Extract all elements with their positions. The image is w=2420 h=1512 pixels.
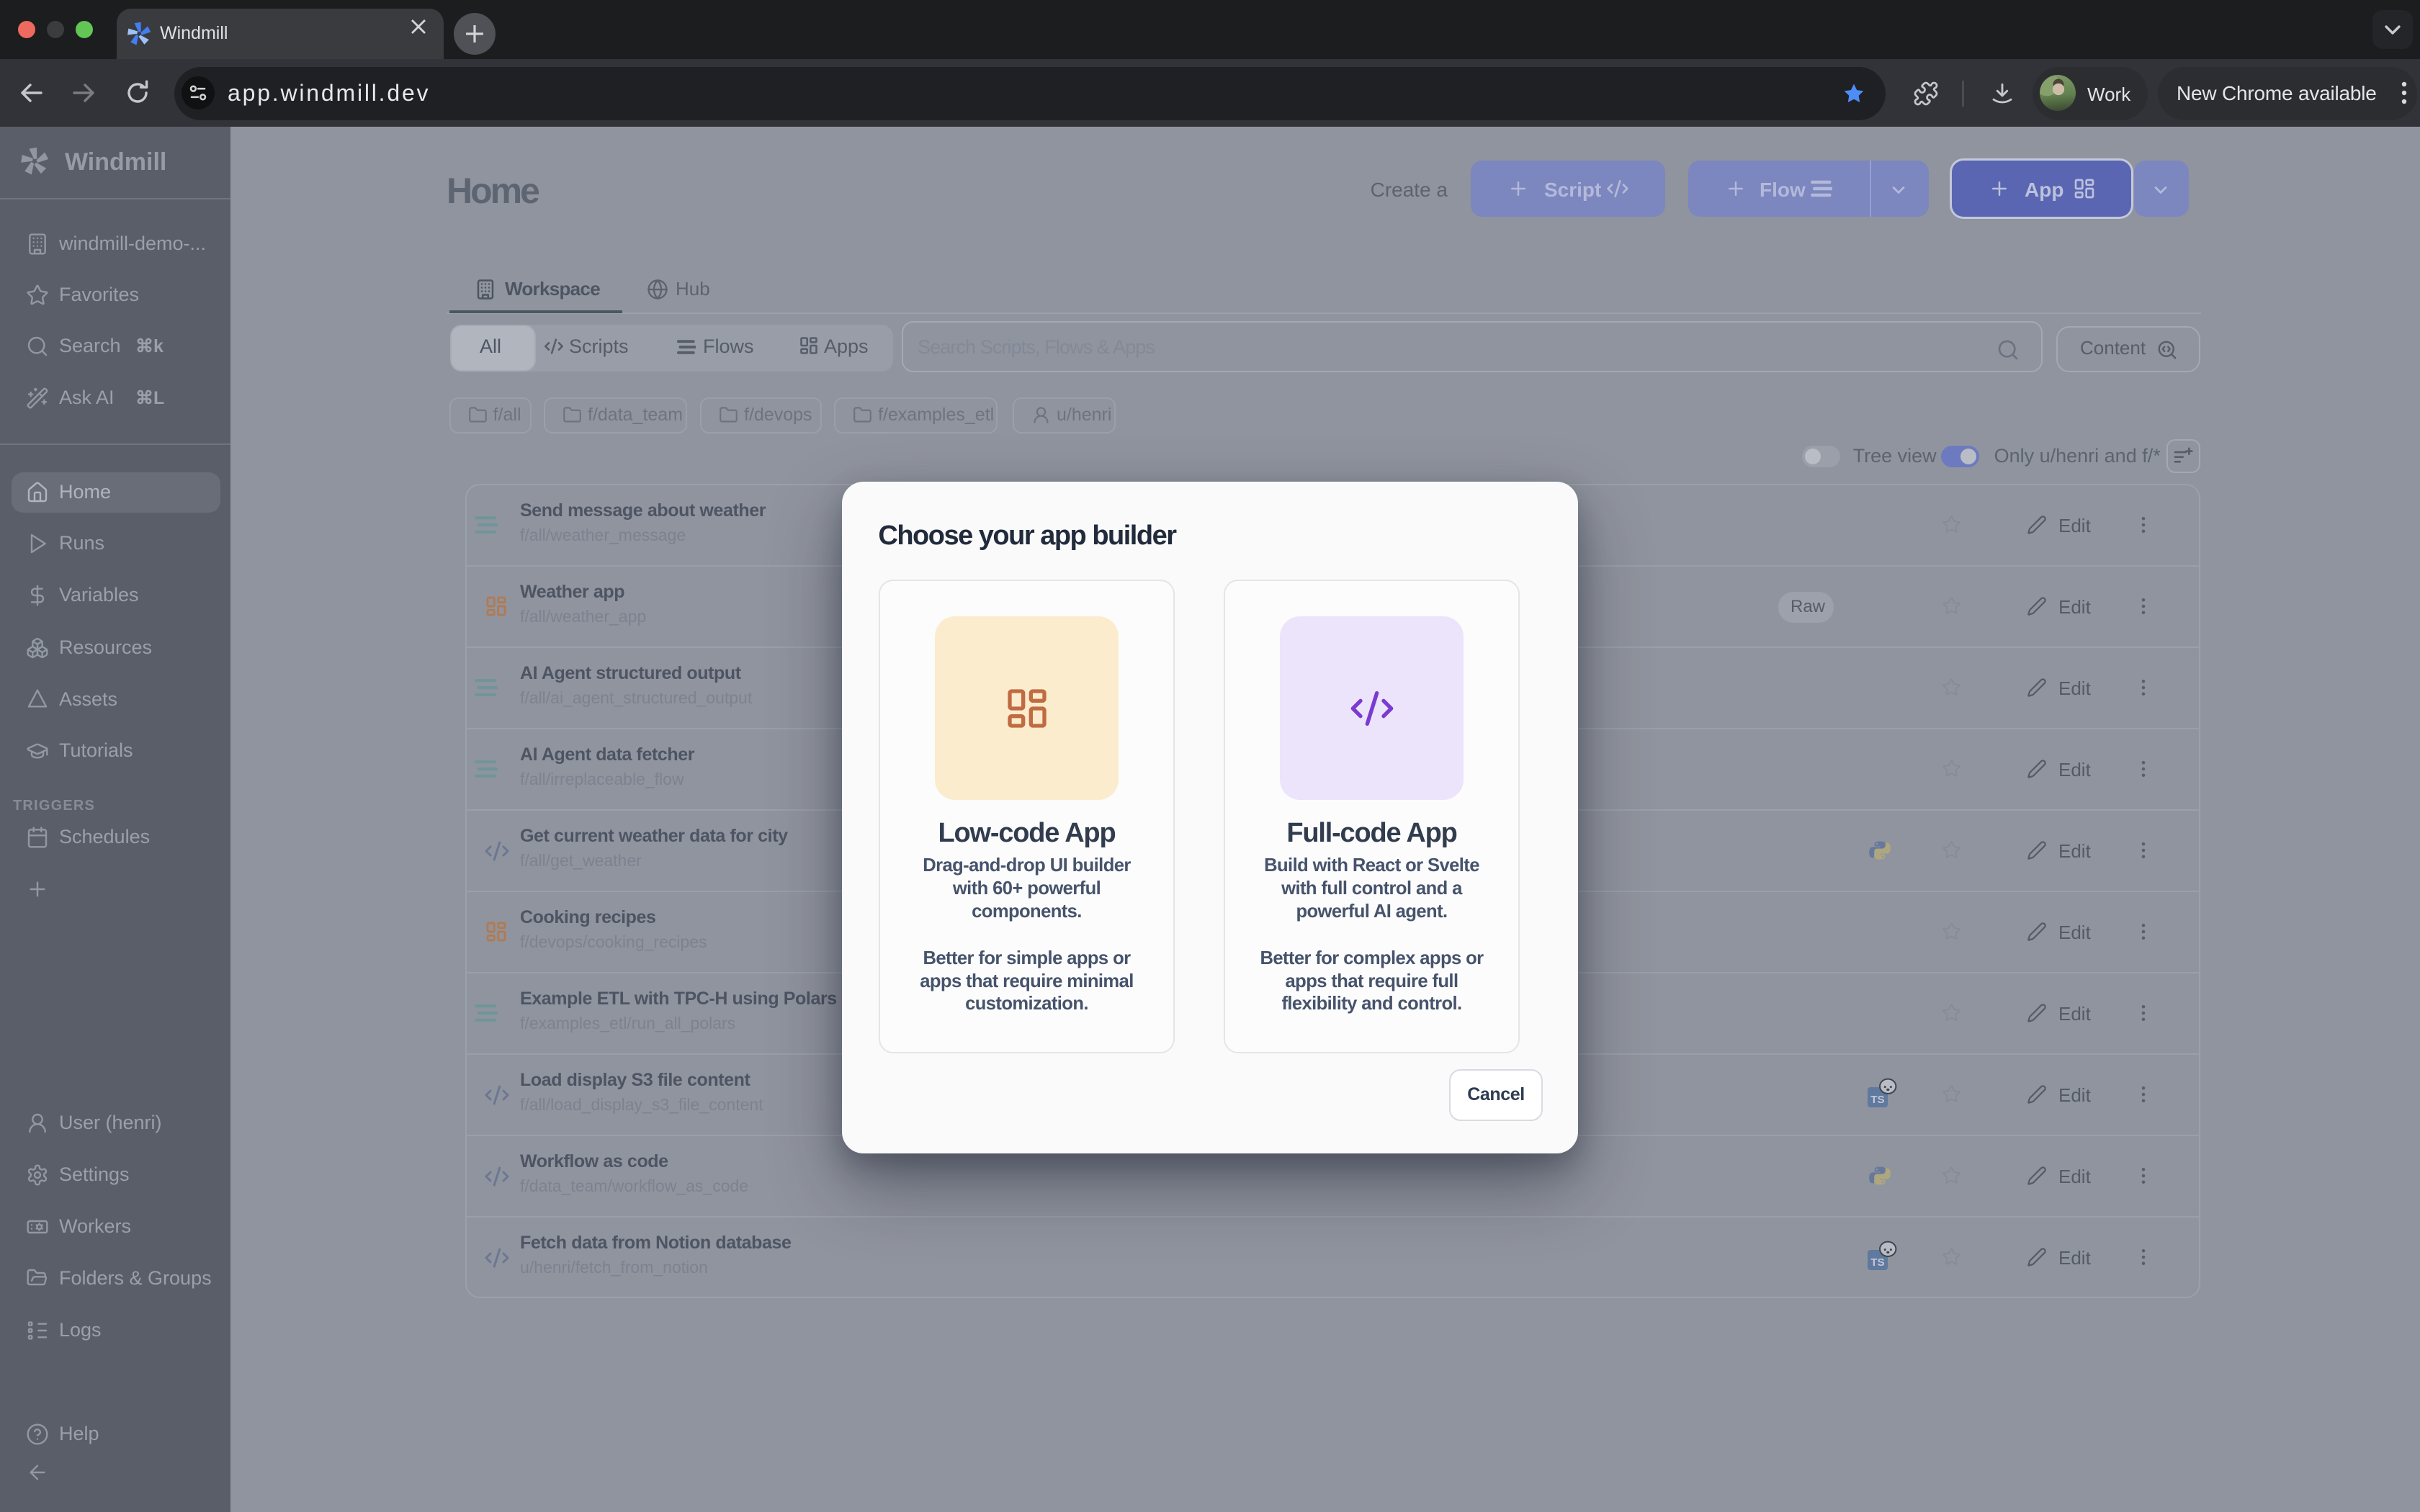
svg-text:TS: TS [1870, 1093, 1884, 1105]
svg-text:TS: TS [1870, 1256, 1884, 1268]
